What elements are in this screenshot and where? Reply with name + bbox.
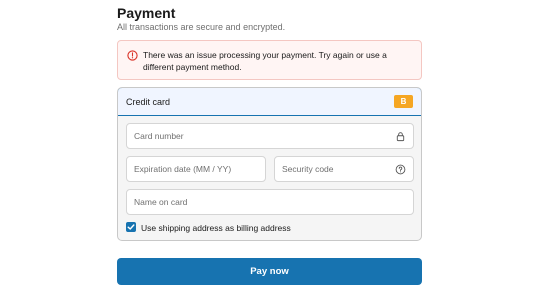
expiration-date-field[interactable] — [126, 156, 266, 182]
billing-address-checkbox[interactable] — [126, 222, 136, 232]
credit-card-label: Credit card — [126, 97, 171, 107]
name-on-card-input[interactable] — [127, 190, 413, 214]
pay-now-button[interactable]: Pay now — [117, 258, 422, 285]
error-message: There was an issue processing your payme… — [143, 50, 387, 72]
payment-subtitle: All transactions are secure and encrypte… — [117, 22, 286, 32]
billing-address-checkbox-label[interactable]: Use shipping address as billing address — [141, 223, 291, 233]
security-code-field[interactable] — [274, 156, 414, 182]
help-circle-icon[interactable] — [395, 164, 406, 175]
expiration-date-input[interactable] — [127, 157, 265, 181]
lock-icon — [396, 132, 405, 142]
security-code-input[interactable] — [275, 157, 413, 181]
checkmark-icon — [127, 224, 135, 230]
payment-title: Payment — [117, 5, 176, 21]
alert-circle-icon — [127, 50, 138, 61]
card-number-input[interactable] — [127, 124, 413, 148]
credit-card-option[interactable]: Credit card B — [118, 88, 421, 116]
name-on-card-field[interactable] — [126, 189, 414, 215]
credit-card-panel: Credit card B Use shipping address as bi… — [117, 87, 422, 241]
card-number-field[interactable] — [126, 123, 414, 149]
error-banner: There was an issue processing your payme… — [117, 40, 422, 80]
card-brand-badge: B — [394, 95, 413, 108]
